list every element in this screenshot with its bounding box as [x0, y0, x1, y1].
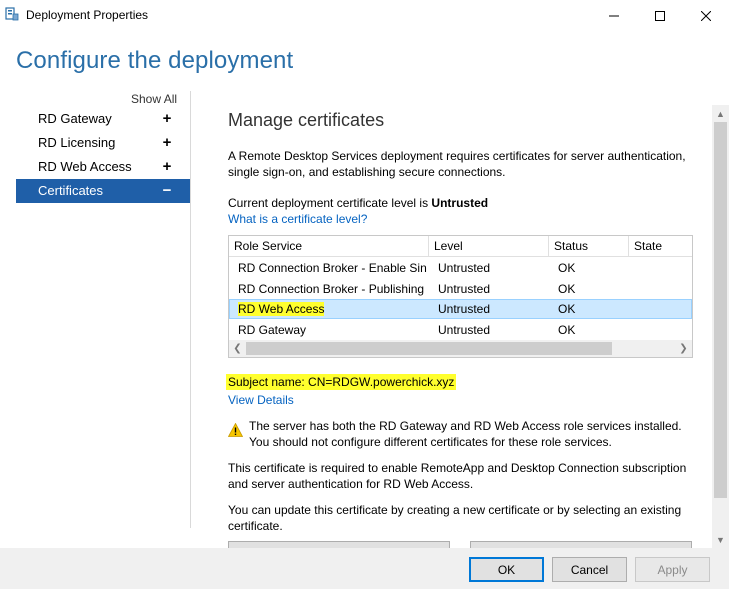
- close-button[interactable]: [683, 0, 729, 31]
- section-heading: Manage certificates: [228, 110, 385, 130]
- nav-divider: [190, 91, 191, 528]
- column-header-role-service[interactable]: Role Service: [229, 236, 429, 257]
- table-row[interactable]: RD Gateway Untrusted OK: [229, 320, 692, 340]
- certificate-level-line: Current deployment certificate level is …: [228, 196, 488, 210]
- cell-role: RD Connection Broker - Publishing: [238, 282, 425, 296]
- sidebar-item-rd-licensing[interactable]: RD Licensing +: [16, 131, 190, 155]
- table-horizontal-scrollbar[interactable]: ❮ ❯: [229, 340, 692, 357]
- sidebar-item-rd-web-access[interactable]: RD Web Access +: [16, 155, 190, 179]
- cell-role: RD Gateway: [238, 323, 307, 337]
- column-header-state[interactable]: State: [629, 236, 692, 257]
- highlighted-role: RD Web Access: [238, 302, 325, 316]
- sidebar-item-rd-gateway[interactable]: RD Gateway +: [16, 107, 190, 131]
- level-value: Untrusted: [431, 196, 489, 210]
- sidebar-item-label: RD Web Access: [38, 159, 132, 174]
- window-title: Deployment Properties: [26, 8, 149, 22]
- page-title: Configure the deployment: [16, 47, 294, 74]
- cell-status: OK: [558, 302, 576, 316]
- cell-role: RD Web Access: [238, 299, 427, 319]
- view-details-link[interactable]: View Details: [228, 393, 294, 407]
- expand-icon[interactable]: +: [161, 155, 173, 179]
- table-row[interactable]: RD Connection Broker - Enable Single Sig…: [229, 258, 692, 278]
- cell-role: RD Connection Broker - Enable Single Sig…: [238, 261, 427, 275]
- maximize-button[interactable]: [637, 0, 683, 31]
- scroll-left-icon[interactable]: ❮: [229, 340, 246, 357]
- requirement-text: This certificate is required to enable R…: [228, 461, 687, 491]
- sidebar-item-certificates[interactable]: Certificates −: [16, 179, 190, 203]
- minimize-button[interactable]: [591, 0, 637, 31]
- sidebar-nav: RD Gateway + RD Licensing + RD Web Acces…: [16, 107, 190, 203]
- ok-button[interactable]: OK: [469, 557, 544, 582]
- description-text: A Remote Desktop Services deployment req…: [228, 149, 686, 179]
- warning-icon: [228, 423, 243, 437]
- warning-text: The server has both the RD Gateway and R…: [249, 419, 682, 449]
- certificates-table[interactable]: Role Service Level Status State RD Conne…: [228, 235, 693, 358]
- cell-level: Untrusted: [438, 282, 491, 296]
- table-row-selected[interactable]: RD Web Access Untrusted OK: [229, 299, 692, 319]
- table-row[interactable]: RD Connection Broker - Publishing Untrus…: [229, 279, 692, 299]
- minimize-icon: [609, 15, 619, 16]
- cell-status: OK: [558, 261, 576, 275]
- title-bar: Deployment Properties: [0, 0, 729, 31]
- collapse-icon[interactable]: −: [161, 179, 173, 203]
- cell-level: Untrusted: [438, 323, 491, 337]
- scroll-down-icon[interactable]: ▼: [712, 531, 729, 548]
- sidebar-item-label: RD Licensing: [38, 135, 116, 150]
- apply-button[interactable]: Apply: [635, 557, 710, 582]
- expand-icon[interactable]: +: [161, 107, 173, 131]
- server-properties-icon: [5, 7, 19, 21]
- level-prefix: Current deployment certificate level is: [228, 196, 432, 210]
- show-all-link[interactable]: Show All: [131, 92, 177, 106]
- scroll-right-icon[interactable]: ❯: [675, 340, 692, 357]
- scroll-thumb[interactable]: [246, 342, 612, 355]
- scroll-thumb[interactable]: [714, 122, 727, 498]
- subject-name: Subject name: CN=RDGW.powerchick.xyz: [226, 374, 457, 390]
- cell-status: OK: [558, 282, 576, 296]
- scroll-up-icon[interactable]: ▲: [712, 105, 729, 122]
- cell-status: OK: [558, 323, 576, 337]
- expand-icon[interactable]: +: [161, 131, 173, 155]
- column-header-level[interactable]: Level: [429, 236, 549, 257]
- content-vertical-scrollbar[interactable]: ▲ ▼: [712, 105, 729, 548]
- cell-level: Untrusted: [438, 302, 491, 316]
- column-header-status[interactable]: Status: [549, 236, 629, 257]
- table-header: Role Service Level Status State: [229, 236, 692, 257]
- close-icon: [701, 10, 711, 21]
- update-info-text: You can update this certificate by creat…: [228, 503, 682, 533]
- cell-level: Untrusted: [438, 261, 491, 275]
- certificate-level-link[interactable]: What is a certificate level?: [228, 212, 367, 226]
- maximize-icon: [655, 10, 665, 21]
- sidebar-item-label: RD Gateway: [38, 111, 112, 126]
- cancel-button[interactable]: Cancel: [552, 557, 627, 582]
- sidebar-item-label: Certificates: [38, 183, 104, 198]
